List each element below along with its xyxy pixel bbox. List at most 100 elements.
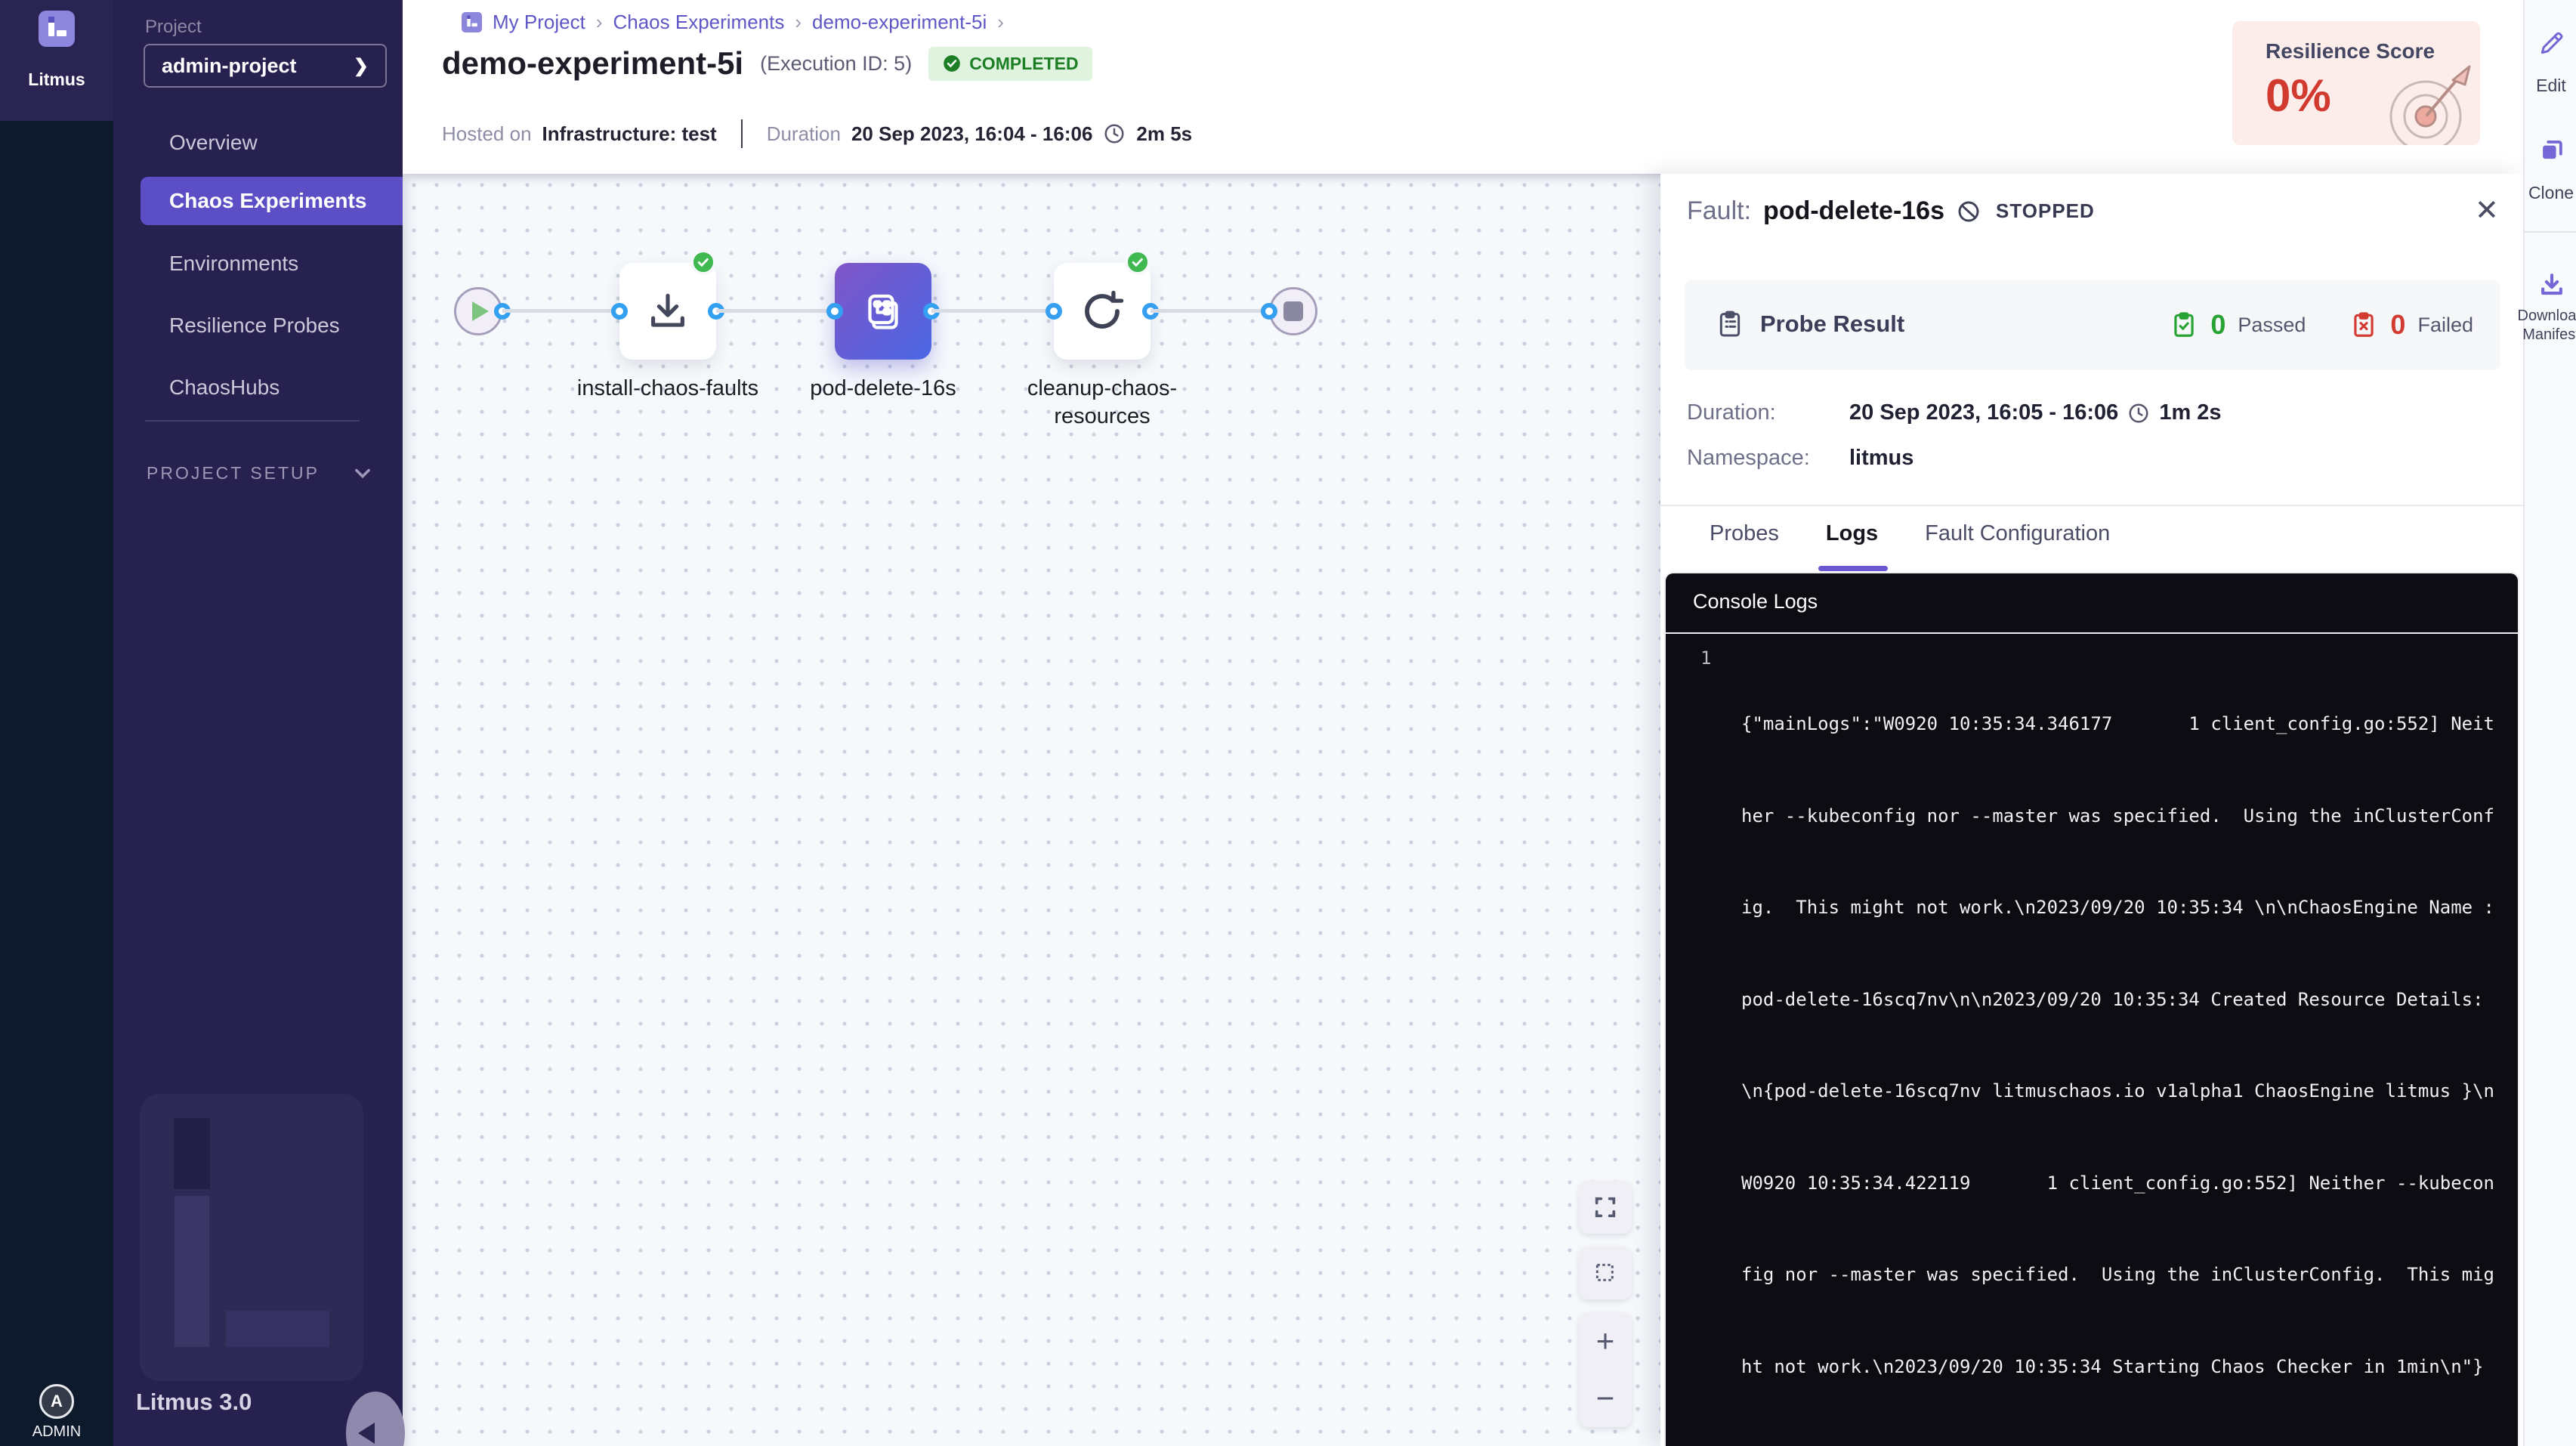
check-circle-icon: [942, 54, 962, 73]
clone-button[interactable]: [2537, 136, 2566, 165]
breadcrumb-chaos-experiments[interactable]: Chaos Experiments: [613, 11, 784, 34]
download-manifest-button[interactable]: [2537, 270, 2566, 299]
log-content: {"mainLogs":"W0920 10:35:34.346177 1 cli…: [1741, 647, 2494, 1443]
sidebar-collapse-button[interactable]: [346, 1392, 405, 1446]
litmus-logo-icon[interactable]: [39, 11, 75, 47]
console-logs-panel[interactable]: Console Logs 1 {"mainLogs":"W0920 10:35:…: [1664, 572, 2519, 1446]
tab-logs[interactable]: Logs: [1826, 521, 1878, 546]
fit-view-icon: [1592, 1194, 1618, 1220]
resilience-score-card: Resilience Score 0%: [2232, 21, 2480, 145]
sidebar-item-overview[interactable]: Overview: [113, 121, 403, 165]
experiment-meta: Hosted on Infrastructure: test Duration …: [442, 119, 1192, 148]
probe-result-label: Probe Result: [1760, 311, 1904, 338]
target-illustration: [2364, 47, 2480, 145]
connector-dot: [611, 303, 628, 320]
node-label: pod-delete-16s: [785, 375, 981, 403]
rail-divider: [2525, 231, 2576, 233]
refresh-icon: [1078, 287, 1126, 335]
fault-name: pod-delete-16s: [1763, 196, 1944, 226]
clock-icon: [2127, 402, 2150, 425]
duration-value: 20 Sep 2023, 16:04 - 16:06: [851, 122, 1092, 146]
edit-button[interactable]: [2537, 29, 2566, 57]
fault-duration-time: 1m 2s: [2159, 400, 2221, 425]
failed-label: Failed: [2417, 314, 2473, 337]
node-cleanup-chaos-resources[interactable]: [1054, 263, 1151, 360]
version-label: Litmus 3.0: [136, 1389, 252, 1416]
connector-dot: [1046, 303, 1062, 320]
sidebar-item-environments[interactable]: Environments: [113, 242, 403, 286]
breadcrumb-separator: ›: [997, 11, 1004, 34]
log-line: ht not work.\n2023/09/20 10:35:34 Starti…: [1741, 1352, 2494, 1383]
failed-clipboard-icon: [2349, 311, 2378, 339]
graph-edge: [716, 309, 835, 313]
zoom-in-button[interactable]: +: [1579, 1312, 1632, 1370]
fault-duration-label: Duration:: [1687, 400, 1849, 425]
stop-icon: [1283, 301, 1303, 321]
fault-tabs: Probes Logs Fault Configuration: [1710, 521, 2110, 546]
zoom-controls: + −: [1579, 1312, 1632, 1427]
sidebar-item-chaoshubs[interactable]: ChaosHubs: [113, 366, 403, 409]
graph-edge: [1151, 309, 1269, 313]
status-badge: COMPLETED: [928, 47, 1092, 81]
tab-probes[interactable]: Probes: [1710, 521, 1779, 546]
panel-divider: [1660, 505, 2523, 506]
console-title: Console Logs: [1693, 590, 1818, 613]
download-icon: [2537, 270, 2566, 299]
breadcrumb: My Project › Chaos Experiments › demo-ex…: [462, 11, 1004, 34]
page-header: My Project › Chaos Experiments › demo-ex…: [403, 0, 2523, 174]
brand-block: Litmus: [0, 0, 113, 121]
breadcrumb-experiment[interactable]: demo-experiment-5i: [812, 11, 987, 34]
action-rail: Edit Clone Download Manifest: [2523, 0, 2576, 1446]
project-label: Project: [145, 17, 202, 38]
play-icon: [472, 301, 489, 321]
fault-label: Fault:: [1687, 196, 1751, 226]
app-rail: Litmus A ADMIN: [0, 0, 113, 1446]
failed-count: 0: [2390, 309, 2405, 341]
log-line: fig nor --master was specified. Using th…: [1741, 1259, 2494, 1290]
infrastructure-value: Infrastructure: test: [542, 122, 717, 146]
meta-divider: [741, 119, 743, 148]
close-icon[interactable]: ✕: [2475, 193, 2499, 227]
copy-icon: [2537, 136, 2566, 165]
node-label: cleanup-chaos-resources: [1004, 375, 1200, 431]
download-manifest-label: Download Manifest: [2516, 307, 2576, 345]
project-selector[interactable]: admin-project ❯: [144, 44, 387, 88]
project-setup-toggle[interactable]: PROJECT SETUP: [147, 462, 373, 484]
litmus-mini-logo-icon: [462, 12, 482, 32]
duration-label: Duration: [767, 122, 841, 146]
clock-icon: [1103, 122, 1126, 145]
probe-result-bar: Probe Result 0 Passed 0 Failed: [1685, 280, 2500, 370]
project-name: admin-project: [162, 54, 297, 78]
fit-view-button[interactable]: [1579, 1181, 1632, 1234]
tab-fault-configuration[interactable]: Fault Configuration: [1925, 521, 2110, 546]
node-label: install-chaos-faults: [570, 375, 766, 403]
page-title: demo-experiment-5i: [442, 45, 743, 82]
node-install-chaos-faults[interactable]: [619, 263, 716, 360]
sidebar-divider: [145, 420, 360, 422]
active-tab-indicator: [1818, 566, 1888, 571]
clipboard-icon: [1715, 309, 1745, 339]
success-check-badge: [690, 249, 716, 275]
passed-clipboard-icon: [2170, 311, 2198, 339]
chaos-fault-icon: [860, 289, 906, 334]
chevron-left-icon: [358, 1423, 375, 1444]
sidebar: Project admin-project ❯ Overview Chaos E…: [113, 0, 403, 1446]
passed-label: Passed: [2238, 314, 2306, 337]
log-line: {"mainLogs":"W0920 10:35:34.346177 1 cli…: [1741, 709, 2494, 740]
edit-label: Edit: [2516, 76, 2576, 96]
log-line: pod-delete-16scq7nv\n\n2023/09/20 10:35:…: [1741, 984, 2494, 1015]
selection-button[interactable]: [1579, 1247, 1632, 1299]
passed-count: 0: [2210, 309, 2225, 341]
avatar[interactable]: A: [39, 1384, 74, 1419]
zoom-out-button[interactable]: −: [1579, 1370, 1632, 1427]
sidebar-item-resilience-probes[interactable]: Resilience Probes: [113, 304, 403, 348]
namespace-label: Namespace:: [1687, 446, 1849, 471]
avatar-label: ADMIN: [0, 1423, 113, 1441]
sidebar-item-chaos-experiments[interactable]: Chaos Experiments: [141, 177, 403, 225]
node-pod-delete-16s[interactable]: [835, 263, 931, 360]
breadcrumb-separator: ›: [596, 11, 603, 34]
breadcrumb-separator: ›: [795, 11, 802, 34]
breadcrumb-my-project[interactable]: My Project: [493, 11, 585, 34]
fault-duration-value: 20 Sep 2023, 16:05 - 16:06: [1849, 400, 2118, 425]
brand-name: Litmus: [0, 70, 113, 90]
